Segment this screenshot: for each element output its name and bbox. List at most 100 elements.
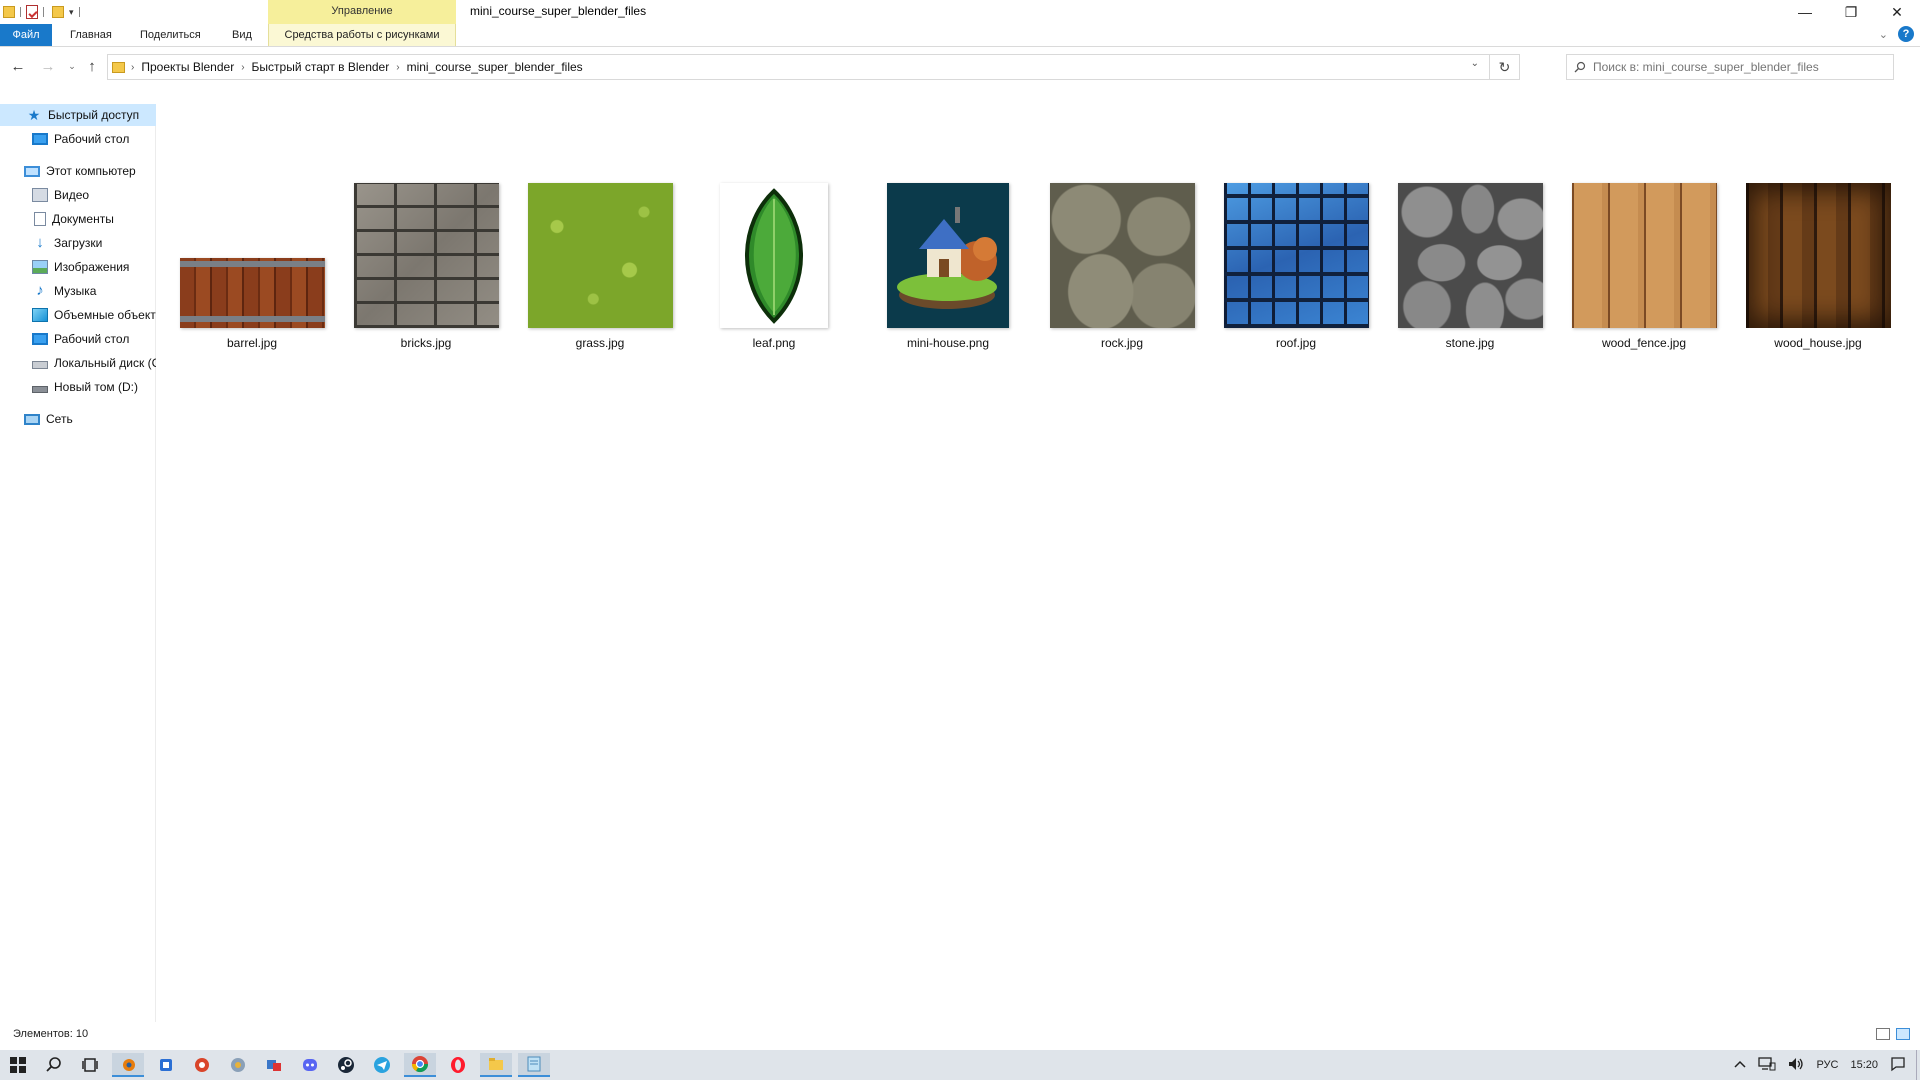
thumbnail-frame [1211,182,1381,328]
search-input[interactable] [1593,60,1883,74]
clock[interactable]: 15:20 [1850,1059,1878,1071]
start-button[interactable] [2,1053,34,1077]
forward-arrow-icon[interactable]: → [38,56,58,76]
customize-toolbar-arrow-icon[interactable]: ▾ [69,7,74,18]
sidebar-item-label: Этот компьютер [46,164,136,178]
properties-icon[interactable] [26,5,38,19]
sidebar-item-desktop-2[interactable]: Рабочий стол [0,328,156,350]
file-item-rock[interactable]: rock.jpg [1037,182,1207,358]
folder-icon [489,1058,503,1070]
taskbar-app-opera[interactable] [442,1053,474,1077]
restore-button[interactable]: ❐ [1828,0,1874,24]
file-item-roof[interactable]: roof.jpg [1211,182,1381,358]
input-language[interactable]: РУС [1816,1059,1838,1071]
file-item-bricks[interactable]: bricks.jpg [341,182,511,358]
sidebar-item-downloads[interactable]: ↓ Загрузки [0,232,156,254]
address-history-chevron-icon[interactable]: ⌄ [1471,58,1479,69]
close-button[interactable]: ✕ [1874,0,1920,24]
network-icon[interactable] [1758,1056,1776,1074]
taskbar-app-blender[interactable] [112,1053,144,1077]
file-item-mini-house[interactable]: mini-house.png [863,182,1033,358]
breadcrumb-separator-icon[interactable]: › [131,62,134,73]
address-bar[interactable]: › Проекты Blender › Быстрый старт в Blen… [107,54,1520,80]
app-icon [160,1059,172,1071]
search-taskbar-button[interactable] [38,1053,70,1077]
task-view-button[interactable] [74,1053,106,1077]
network-icon [24,413,40,425]
discord-icon [303,1059,317,1071]
taskbar: РУС 15:20 [0,1050,1920,1080]
refresh-icon[interactable]: ↻ [1489,55,1519,79]
show-desktop-button[interactable] [1916,1050,1920,1080]
sidebar-item-desktop[interactable]: Рабочий стол [0,128,156,150]
tab-share[interactable]: Поделиться [128,24,213,46]
roof-texture-thumbnail [1223,183,1369,328]
thumbnail-frame [167,182,337,328]
show-hidden-icons-chevron-icon[interactable] [1734,1059,1746,1071]
wood-house-texture-thumbnail [1745,183,1891,328]
volume-icon[interactable] [1788,1057,1804,1074]
tab-view[interactable]: Вид [220,24,264,46]
sidebar-item-network[interactable]: Сеть [0,408,156,430]
thumbnail-frame [1733,182,1903,328]
new-folder-icon[interactable] [52,6,64,18]
quick-access-toolbar: ▾ [0,0,83,24]
breadcrumb-item[interactable]: Проекты Blender [141,60,234,74]
sidebar-item-local-disk-c[interactable]: Локальный диск (C:) [0,352,156,374]
bricks-texture-thumbnail [353,183,499,328]
taskbar-app-1[interactable] [150,1053,182,1077]
minimize-button[interactable]: — [1782,0,1828,24]
file-item-wood-fence[interactable]: wood_fence.jpg [1559,182,1729,358]
steam-icon [338,1057,354,1073]
blender-icon [123,1059,135,1071]
details-view-icon[interactable] [1876,1028,1890,1040]
taskbar-app-4[interactable] [258,1053,290,1077]
taskbar-app-3[interactable] [222,1053,254,1077]
search-box[interactable] [1566,54,1894,80]
taskbar-app-steam[interactable] [330,1053,362,1077]
taskbar-app-notepad[interactable] [518,1053,550,1077]
desktop-icon [32,133,48,145]
expand-ribbon-chevron-icon[interactable]: ⌄ [1879,28,1888,41]
sidebar-item-new-volume-d[interactable]: Новый том (D:) [0,376,156,398]
file-item-stone[interactable]: stone.jpg [1385,182,1555,358]
breadcrumb-item-current[interactable]: mini_course_super_blender_files [407,60,583,74]
up-arrow-icon[interactable]: ↑ [82,56,102,76]
thumbnail-frame [1037,182,1207,328]
sidebar-item-3d-objects[interactable]: Объемные объекты [0,304,156,326]
back-arrow-icon[interactable]: ← [8,56,28,76]
breadcrumb-separator-icon[interactable]: › [241,62,244,73]
taskbar-app-file-explorer[interactable] [480,1053,512,1077]
file-item-grass[interactable]: grass.jpg [515,182,685,358]
breadcrumb-separator-icon[interactable]: › [396,62,399,73]
3d-objects-icon [32,308,48,322]
sidebar-item-pictures[interactable]: Изображения [0,256,156,278]
sidebar-item-label: Быстрый доступ [48,108,140,122]
sidebar-item-video[interactable]: Видео [0,184,156,206]
star-icon: ★ [27,107,41,123]
help-icon[interactable]: ? [1898,26,1914,42]
file-item-leaf[interactable]: leaf.png [689,182,859,358]
taskbar-app-telegram[interactable] [366,1053,398,1077]
sidebar-item-label: Изображения [54,260,130,274]
file-item-barrel[interactable]: barrel.jpg [167,182,337,358]
taskbar-app-2[interactable] [186,1053,218,1077]
recent-locations-chevron-icon[interactable]: ⌄ [62,56,82,76]
sidebar-item-music[interactable]: ♪ Музыка [0,280,156,302]
wood-fence-texture-thumbnail [1571,183,1717,328]
ribbon-divider [0,46,1920,47]
sidebar-item-quick-access[interactable]: ★ Быстрый доступ [0,104,156,126]
tab-home[interactable]: Главная [58,24,124,46]
chrome-icon [411,1056,429,1073]
thumbnail-frame [1559,182,1729,328]
large-icons-view-icon[interactable] [1896,1028,1910,1040]
sidebar-item-this-pc[interactable]: Этот компьютер [0,160,156,182]
taskbar-app-chrome[interactable] [404,1053,436,1077]
tab-picture-tools[interactable]: Средства работы с рисунками [268,24,456,46]
breadcrumb-item[interactable]: Быстрый старт в Blender [252,60,390,74]
taskbar-app-discord[interactable] [294,1053,326,1077]
sidebar-item-documents[interactable]: Документы [0,208,156,230]
file-item-wood-house[interactable]: wood_house.jpg [1733,182,1903,358]
notifications-icon[interactable] [1890,1056,1906,1075]
tab-file[interactable]: Файл [0,24,52,46]
